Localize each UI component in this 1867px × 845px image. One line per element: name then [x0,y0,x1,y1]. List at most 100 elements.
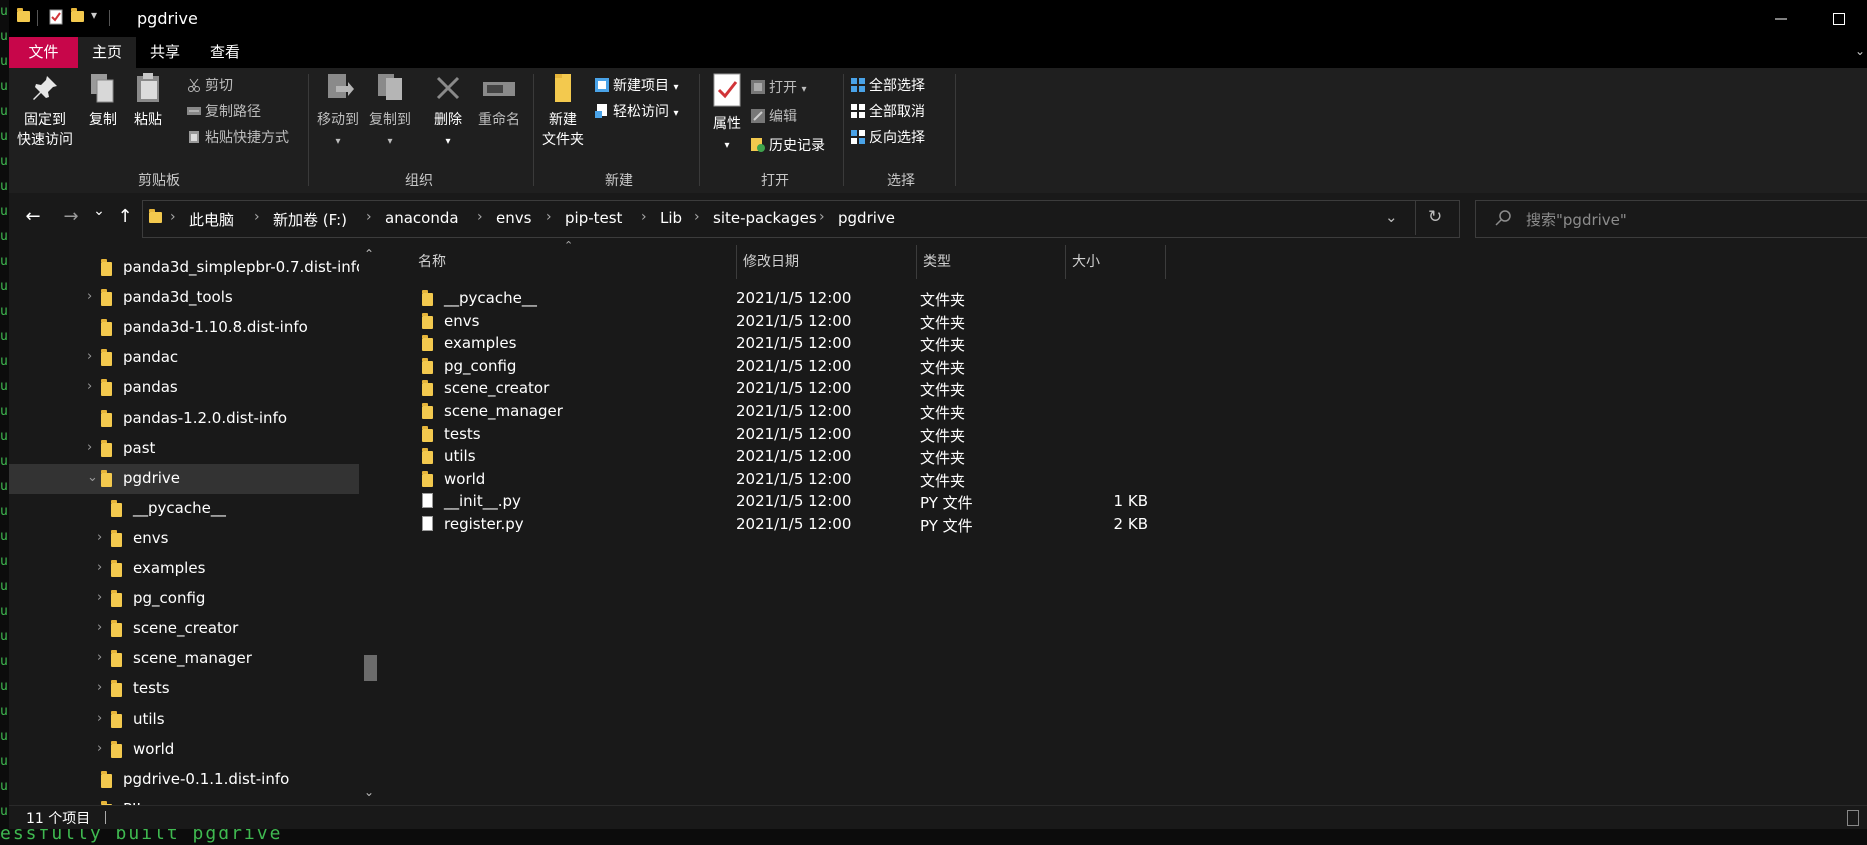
tree-item[interactable]: panda3d-1.10.8.dist-info [9,313,359,343]
expanded-chevron-icon[interactable]: ⌄ [87,470,98,485]
forward-arrow-icon[interactable]: → [58,206,84,227]
copy-label: 复制 [89,112,117,128]
collapsed-chevron-icon[interactable]: › [97,560,102,575]
tree-item[interactable]: __pycache__ [9,494,359,524]
address-dropdown-chevron-icon[interactable]: ⌄ [1385,208,1398,226]
collapsed-chevron-icon[interactable]: › [97,590,102,605]
column-header-size[interactable]: 大小 [1072,251,1100,271]
details-view-icon[interactable] [1847,810,1859,826]
new-folder-quick-icon[interactable] [71,8,85,24]
collapsed-chevron-icon[interactable]: › [97,650,102,665]
edit-button[interactable]: 编辑 [751,105,797,129]
tree-item[interactable]: › examples [9,554,359,584]
collapsed-chevron-icon[interactable]: › [87,349,92,364]
pin-to-quick-access-button[interactable]: 固定到 快速访问 [17,72,73,150]
new-item-button[interactable]: 新建项目 ▾ [595,74,678,98]
scroll-up-chevron-icon[interactable]: ⌃ [364,247,374,261]
breadcrumb-anaconda[interactable]: anaconda [385,209,459,227]
minimize-button[interactable] [1753,0,1809,36]
expand-ribbon-icon[interactable]: ⌄ [1855,44,1865,58]
tree-item[interactable]: › pg_config [9,584,359,614]
column-divider[interactable] [1165,245,1166,279]
move-to-button[interactable]: 移动到 ▾ [313,72,363,152]
copy-button[interactable]: 复制 [83,72,123,130]
breadcrumb-envs[interactable]: envs [496,209,531,227]
collapsed-chevron-icon[interactable]: › [87,289,92,304]
invert-selection-button[interactable]: 反向选择 [851,126,925,150]
breadcrumb-lib[interactable]: Lib [660,209,682,227]
tree-item[interactable]: › tests [9,674,359,704]
breadcrumb-this-pc[interactable]: 此电脑 [189,209,234,230]
breadcrumb-separator-icon: › [546,209,552,225]
breadcrumb-site-packages[interactable]: site-packages [713,209,817,227]
customize-toolbar-dropdown-icon[interactable]: ▾ [91,8,97,22]
search-box[interactable]: 搜索"pgdrive" [1475,200,1867,238]
collapsed-chevron-icon[interactable]: › [97,530,102,545]
collapsed-chevron-icon[interactable]: › [97,711,102,726]
properties-checkmark-icon[interactable] [49,9,63,25]
collapsed-chevron-icon[interactable]: › [87,379,92,394]
invert-selection-icon [851,128,865,144]
column-divider[interactable] [1065,245,1066,279]
new-folder-button[interactable]: 新建 文件夹 [537,72,589,150]
tree-item[interactable]: › world [9,735,359,765]
scrollbar-thumb[interactable] [364,655,377,681]
tree-item[interactable]: › pandas [9,373,359,403]
refresh-icon[interactable]: ↻ [1428,207,1442,227]
address-bar[interactable]: › 此电脑 › 新加卷 (F:) › anaconda › envs › pip… [142,200,1460,238]
history-button[interactable]: 历史记录 [751,134,825,158]
tree-item[interactable]: pgdrive-0.1.1.dist-info [9,765,359,795]
properties-button[interactable]: 属性 ▾ [705,72,749,156]
collapsed-chevron-icon[interactable]: › [97,741,102,756]
tree-item[interactable]: panda3d_simplepbr-0.7.dist-info [9,253,359,283]
file-row[interactable]: register.py 2021/1/5 12:00 PY 文件 2 KB [379,512,1479,539]
tree-item[interactable]: › pandac [9,343,359,373]
tree-item[interactable]: › scene_creator [9,614,359,644]
delete-button[interactable]: 删除 ▾ [427,72,469,152]
terminal-char: u [0,354,8,369]
paste-button[interactable]: 粘贴 [127,72,169,130]
back-arrow-icon[interactable]: ← [20,206,46,227]
up-arrow-icon[interactable]: ↑ [112,206,138,227]
column-divider[interactable] [736,245,737,279]
tree-item[interactable]: ›PIL [9,795,359,805]
tab-share[interactable]: 共享 [136,37,194,68]
easy-access-button[interactable]: 轻松访问 ▾ [595,100,678,124]
tree-item[interactable]: › utils [9,705,359,735]
scroll-down-chevron-icon[interactable]: ⌄ [364,785,374,799]
tree-item[interactable]: › panda3d_tools [9,283,359,313]
tree-item[interactable]: pandas-1.2.0.dist-info [9,404,359,434]
terminal-char: u [0,179,8,194]
collapsed-chevron-icon[interactable]: › [97,680,102,695]
tree-item[interactable]: › past [9,434,359,464]
tree-item[interactable]: › envs [9,524,359,554]
tree-item[interactable]: ⌄ pgdrive [9,463,359,494]
column-header-name[interactable]: 名称 [418,251,446,271]
copy-to-button[interactable]: 复制到 ▾ [365,72,415,152]
column-divider[interactable] [916,245,917,279]
breadcrumb-pip-test[interactable]: pip-test [565,209,622,227]
collapsed-chevron-icon[interactable]: › [97,620,102,635]
easy-access-icon [595,102,609,118]
select-all-button[interactable]: 全部选择 [851,74,925,98]
maximize-button[interactable] [1811,0,1867,36]
cut-button[interactable]: 剪切 [187,74,233,98]
select-none-button[interactable]: 全部取消 [851,100,925,124]
open-button[interactable]: 打开 ▾ [751,76,806,100]
recent-locations-chevron-icon[interactable]: ⌄ [86,203,112,219]
collapsed-chevron-icon[interactable]: › [87,440,92,455]
paste-shortcut-button[interactable]: 粘贴快捷方式 [187,126,289,150]
tree-item-label: __pycache__ [133,498,226,517]
navigation-pane-scrollbar[interactable]: ⌃ ⌄ [363,245,377,805]
copy-path-button[interactable]: 复制路径 [187,100,261,124]
tab-file[interactable]: 文件 [9,37,78,68]
column-header-date[interactable]: 修改日期 [743,251,799,271]
tab-view[interactable]: 查看 [194,37,256,68]
tab-home[interactable]: 主页 [78,37,136,68]
breadcrumb-drive[interactable]: 新加卷 (F:) [273,209,347,230]
rename-button[interactable]: 重命名 [471,72,527,130]
tree-item-label: panda3d_simplepbr-0.7.dist-info [123,258,359,276]
tree-item[interactable]: › scene_manager [9,644,359,674]
breadcrumb-pgdrive[interactable]: pgdrive [838,209,895,227]
column-header-type[interactable]: 类型 [923,251,951,271]
